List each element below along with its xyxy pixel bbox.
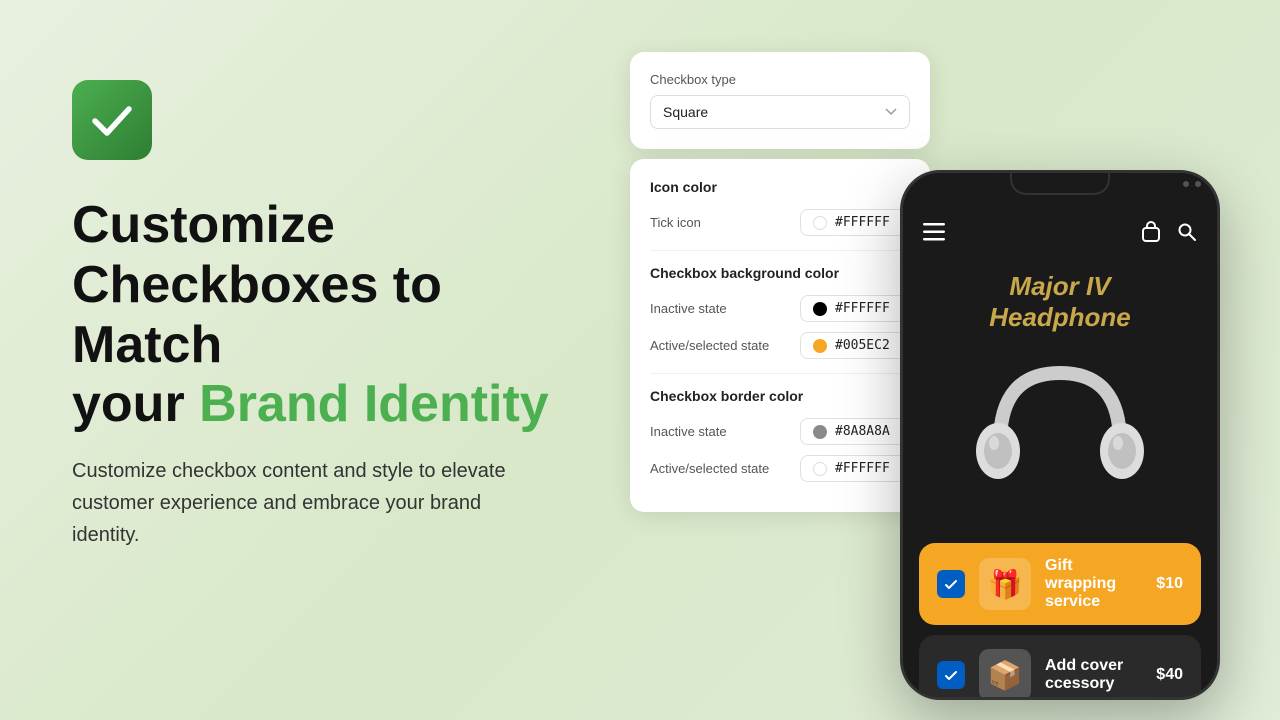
panel-section: Checkbox type Square Round Icon color Ti… (630, 52, 930, 512)
inactive-bg-row: Inactive state #FFFFFF (650, 295, 910, 322)
active-border-value: #FFFFFF (835, 461, 890, 476)
description: Customize checkbox content and style to … (72, 455, 522, 551)
addon-gift-name: Gift wrapping service (1045, 557, 1142, 611)
addon-card-cover: 📦 Add cover ccessory $40 (919, 635, 1201, 700)
active-bg-label: Active/selected state (650, 338, 769, 353)
inactive-bg-dot (813, 302, 827, 316)
nav-icons (1141, 221, 1197, 243)
headline-brand: Brand Identity (199, 375, 549, 433)
active-bg-swatch[interactable]: #005EC2 (800, 332, 910, 359)
bag-icon (1141, 221, 1161, 243)
active-bg-dot (813, 339, 827, 353)
headline-line1: Customize (72, 196, 335, 254)
addon-gift-price: $10 (1156, 575, 1183, 593)
border-color-title: Checkbox border color (650, 388, 910, 404)
active-border-row: Active/selected state #FFFFFF (650, 455, 910, 482)
active-border-swatch[interactable]: #FFFFFF (800, 455, 910, 482)
headline-line3-plain: your (72, 375, 199, 433)
status-dot-2 (1195, 181, 1201, 187)
divider1 (650, 250, 910, 251)
divider2 (650, 373, 910, 374)
addon-card-gift: 🎁 Gift wrapping service $10 (919, 543, 1201, 625)
bg-color-title: Checkbox background color (650, 265, 910, 281)
headline: Customize Checkboxes to Match your Brand… (72, 196, 592, 435)
phone-notch (1010, 173, 1110, 195)
inactive-bg-value: #FFFFFF (835, 301, 890, 316)
status-dot-1 (1183, 181, 1189, 187)
active-border-label: Active/selected state (650, 461, 769, 476)
addon-checkbox-cover[interactable] (937, 661, 965, 689)
inactive-border-label: Inactive state (650, 424, 727, 439)
search-icon (1177, 222, 1197, 242)
tick-icon-row: Tick icon #FFFFFF (650, 209, 910, 236)
tick-icon-label: Tick icon (650, 215, 701, 230)
color-settings-card: Icon color Tick icon #FFFFFF Checkbox ba… (630, 159, 930, 512)
addon-cover-name: Add cover ccessory (1045, 657, 1142, 693)
phone-nav (903, 213, 1217, 251)
inactive-border-swatch[interactable]: #8A8A8A (800, 418, 910, 445)
hamburger-icon (923, 223, 945, 241)
checkbox-type-label: Checkbox type (650, 72, 910, 87)
phone-notch-area (903, 173, 1217, 213)
icon-color-title: Icon color (650, 179, 910, 195)
cover-icon-box: 📦 (979, 649, 1031, 700)
inactive-bg-swatch[interactable]: #FFFFFF (800, 295, 910, 322)
headphone-illustration (960, 343, 1160, 523)
addon-checkbox-gift[interactable] (937, 570, 965, 598)
product-title-line1: Major IV (1009, 271, 1110, 301)
checkbox-type-card: Checkbox type Square Round (630, 52, 930, 149)
phone-status-bar (1183, 181, 1201, 187)
product-area: Major IV Headphone (903, 251, 1217, 543)
logo-icon (72, 80, 152, 160)
left-section: Customize Checkboxes to Match your Brand… (72, 80, 592, 551)
tick-icon-color-dot (813, 216, 827, 230)
headline-line2: Checkboxes to Match (72, 256, 442, 374)
phone-addon-area: 🎁 Gift wrapping service $10 📦 Add cover … (903, 543, 1217, 700)
active-bg-value: #005EC2 (835, 338, 890, 353)
active-border-dot (813, 462, 827, 476)
inactive-border-dot (813, 425, 827, 439)
tick-icon-swatch[interactable]: #FFFFFF (800, 209, 910, 236)
inactive-bg-label: Inactive state (650, 301, 727, 316)
checkbox-type-select[interactable]: Square Round (650, 95, 910, 129)
inactive-border-value: #8A8A8A (835, 424, 890, 439)
phone-mockup: Major IV Headphone 🎁 Gift wrapping servi… (900, 170, 1220, 700)
product-title: Major IV Headphone (989, 271, 1131, 333)
product-title-line2: Headphone (989, 302, 1131, 332)
tick-icon-value: #FFFFFF (835, 215, 890, 230)
inactive-border-row: Inactive state #8A8A8A (650, 418, 910, 445)
active-bg-row: Active/selected state #005EC2 (650, 332, 910, 359)
gift-icon-box: 🎁 (979, 558, 1031, 610)
addon-cover-price: $40 (1156, 666, 1183, 684)
